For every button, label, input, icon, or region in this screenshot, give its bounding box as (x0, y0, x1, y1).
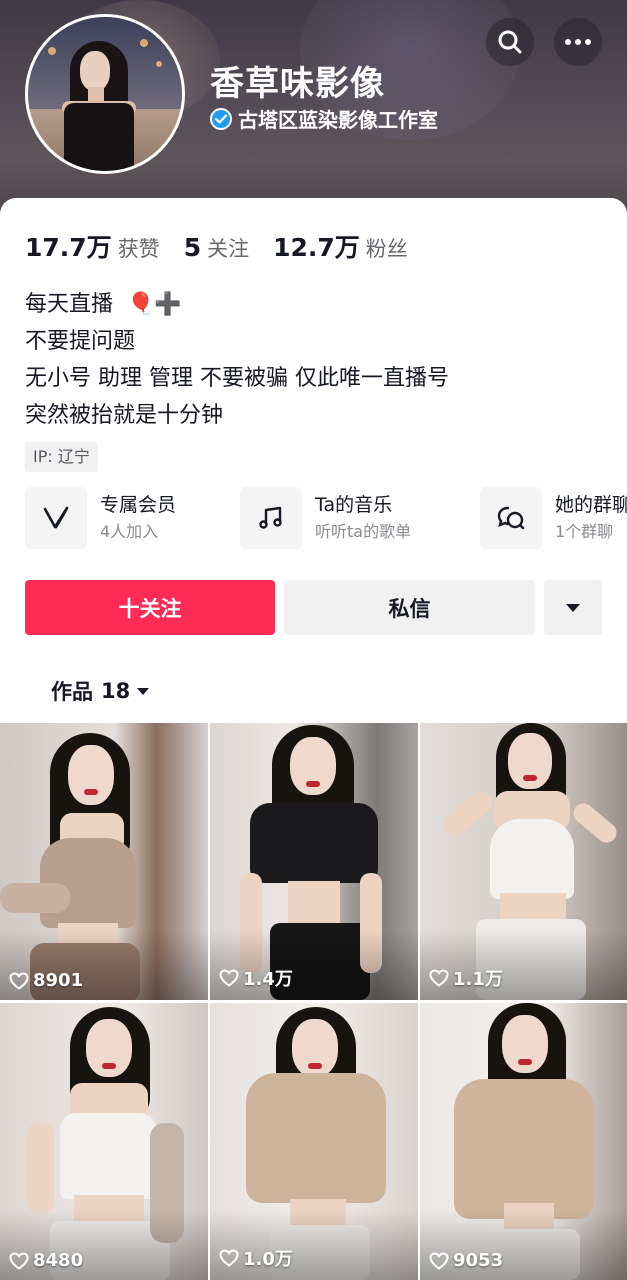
like-count: 1.1万 (429, 965, 503, 991)
heart-icon (429, 969, 449, 987)
feature-row: 专属会员 4人加入 Ta的音乐 听听ta的歌单 她的群聊 1个群聊 (25, 486, 627, 550)
works-label: 作品 (51, 680, 93, 704)
stat-following[interactable]: 5 关注 (184, 233, 249, 263)
like-count-value: 1.0万 (243, 1249, 293, 1270)
verification-text: 古塔区蓝染影像工作室 (238, 108, 438, 132)
work-tile[interactable]: 9053 (420, 1003, 627, 1280)
balloon-plus-emoji: 🎈➕ (127, 292, 182, 317)
like-count-value: 8901 (33, 970, 84, 991)
caret-down-icon (137, 687, 150, 695)
ip-location-tag: IP: 辽宁 (25, 442, 98, 472)
work-tile[interactable]: 8480 (0, 1003, 208, 1280)
like-count-value: 8480 (33, 1250, 84, 1271)
search-button[interactable] (486, 18, 534, 66)
bio-line: 不要提问题 (25, 329, 136, 354)
group-chat-icon (480, 487, 542, 549)
avatar-dress (64, 103, 134, 171)
music-note-icon (240, 487, 302, 549)
bio-text: 每天直播 (25, 292, 114, 317)
message-button[interactable]: 私信 (284, 580, 535, 635)
more-options-button[interactable] (544, 580, 602, 635)
heart-icon (219, 969, 239, 987)
avatar-light (48, 47, 56, 55)
like-count: 1.4万 (219, 965, 293, 991)
tab-works[interactable]: 作品 18 (51, 676, 150, 706)
action-buttons: 十关注 私信 (25, 580, 602, 635)
feature-title: 她的群聊 (555, 494, 627, 516)
verification-row[interactable]: 古塔区蓝染影像工作室 (210, 104, 438, 133)
stat-label: 获赞 (117, 237, 160, 261)
feature-group-chat[interactable]: 她的群聊 1个群聊 (480, 486, 627, 550)
stat-label: 关注 (207, 237, 250, 261)
feature-subtitle: 1个群聊 (555, 522, 614, 541)
caret-down-icon (566, 603, 580, 612)
stat-value: 12.7万 (273, 233, 360, 262)
verified-check-icon (210, 107, 232, 130)
feature-subtitle: 4人加入 (100, 522, 159, 541)
heart-icon (219, 1249, 239, 1267)
stat-value: 5 (183, 233, 202, 262)
more-button[interactable] (554, 18, 602, 66)
like-count: 1.0万 (219, 1245, 293, 1271)
bio-line: 无小号 助理 管理 不要被骗 仅此唯一直播号 (25, 366, 449, 391)
work-tile[interactable]: 1.1万 (420, 723, 627, 1000)
avatar-light (140, 39, 148, 47)
feature-title: 专属会员 (100, 494, 177, 516)
heart-icon (429, 1251, 449, 1270)
stat-likes[interactable]: 17.7万 获赞 (25, 228, 160, 264)
stats-row: 17.7万 获赞 5 关注 12.7万 粉丝 (25, 228, 432, 264)
work-tile[interactable]: 1.4万 (210, 723, 418, 1000)
heart-icon (9, 971, 29, 990)
bio-line: 每天直播 🎈➕ (25, 286, 449, 323)
like-count-value: 1.1万 (453, 969, 503, 990)
avatar[interactable] (25, 14, 185, 174)
like-count: 9053 (429, 1250, 503, 1271)
works-count: 18 (101, 679, 131, 703)
stat-label: 粉丝 (365, 237, 408, 261)
bio: 每天直播 🎈➕ 不要提问题 无小号 助理 管理 不要被骗 仅此唯一直播号 突然被抬… (25, 286, 449, 434)
stat-value: 17.7万 (25, 233, 112, 262)
feature-music[interactable]: Ta的音乐 听听ta的歌单 (240, 486, 411, 550)
like-count-value: 9053 (453, 1250, 504, 1271)
avatar-face (80, 51, 110, 91)
bio-line: 突然被抬就是十分钟 (25, 403, 224, 428)
avatar-light (156, 61, 162, 67)
follow-button[interactable]: 十关注 (25, 580, 275, 635)
stat-followers[interactable]: 12.7万 粉丝 (273, 228, 408, 264)
heart-icon (9, 1251, 29, 1270)
search-icon (498, 30, 522, 54)
feature-title: Ta的音乐 (315, 494, 393, 516)
vip-v-icon (25, 487, 87, 549)
feature-subtitle: 听听ta的歌单 (315, 522, 412, 541)
work-tile[interactable]: 1.0万 (210, 1003, 418, 1280)
feature-membership[interactable]: 专属会员 4人加入 (25, 486, 176, 550)
more-icon (565, 39, 591, 45)
like-count: 8480 (9, 1250, 83, 1271)
profile-nickname: 香草味影像 (210, 64, 385, 104)
like-count: 8901 (9, 970, 83, 991)
works-grid: 8901 1.4万 1.1万 8480 1.0万 9053 (0, 723, 627, 1280)
like-count-value: 1.4万 (243, 969, 293, 990)
work-tile[interactable]: 8901 (0, 723, 208, 1000)
